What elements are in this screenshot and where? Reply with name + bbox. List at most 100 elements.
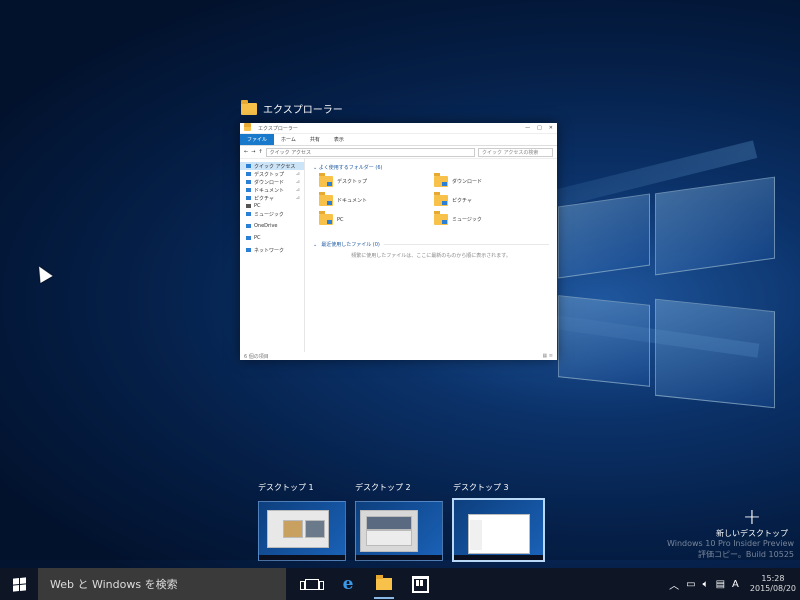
- nav-network: ネットワーク: [240, 246, 304, 254]
- taskbar: Web と Windows を検索 e ︿ ▭ 🔈︎ ▤ A 15:28 201…: [0, 568, 800, 600]
- desktop-3-thumbnail[interactable]: [452, 498, 545, 562]
- folder-item: デスクトップ: [319, 173, 434, 187]
- folder-icon: [434, 192, 448, 206]
- nav-pictures: ピクチャ ⊿: [240, 194, 304, 202]
- tab-share: 共有: [309, 137, 320, 143]
- explorer-window-thumbnail[interactable]: エクスプローラー — □ ✕ ファイル ホーム 共有 表示 ← → ↑ クイック…: [240, 122, 557, 360]
- ime-indicator[interactable]: A: [732, 579, 739, 590]
- nav-documents: ドキュメント ⊿: [240, 186, 304, 194]
- explorer-search-box: クイック アクセスの検索: [478, 147, 553, 157]
- window-title[interactable]: エクスプローラー: [241, 99, 343, 116]
- address-bar: クイック アクセス: [265, 147, 475, 157]
- download-icon: [246, 180, 251, 184]
- tab-home: ホーム: [281, 137, 296, 143]
- star-icon: [246, 164, 251, 168]
- recent-files-header: ⌄ 最近使用したファイル (0): [313, 241, 549, 248]
- minimize-icon: —: [525, 125, 531, 131]
- desktop-2-label: デスクトップ 2: [355, 483, 411, 492]
- pin-icon: ⊿: [295, 179, 300, 185]
- nav-pc-quick: PC: [240, 202, 304, 210]
- chevron-down-icon: ⌄: [313, 241, 318, 248]
- explorer-titlebar: エクスプローラー — □ ✕: [240, 122, 557, 134]
- nav-label: ドキュメント: [254, 187, 285, 194]
- file-explorer-icon: [241, 99, 257, 115]
- desktop-1-label: デスクトップ 1: [258, 483, 314, 492]
- folder-item: ドキュメント: [319, 192, 434, 206]
- tab-file: ファイル: [240, 134, 275, 145]
- new-desktop-button[interactable]: + 新しいデスクトップ: [707, 505, 797, 539]
- desktop-2-thumbnail[interactable]: [355, 501, 443, 561]
- pin-icon: ⊿: [295, 195, 300, 201]
- cloud-icon: [246, 224, 251, 228]
- nav-downloads: ダウンロード ⊿: [240, 178, 304, 186]
- store-button[interactable]: [402, 568, 438, 600]
- nav-label: ミュージック: [254, 211, 284, 218]
- nav-label: ピクチャ: [254, 195, 274, 202]
- desktop-3-label: デスクトップ 3: [453, 483, 509, 492]
- nav-label: ダウンロード: [254, 179, 285, 186]
- explorer-content: ⌄ よく使用するフォルダー (6) デスクトップ ダウンロード ドキュメント ピ…: [305, 158, 557, 352]
- folder-label: ピクチャ: [452, 198, 472, 204]
- start-button[interactable]: [0, 568, 38, 600]
- system-tray: ︿ ▭ 🔈︎ ▤ A 15:28 2015/08/20: [669, 574, 800, 594]
- folder-icon: [319, 192, 333, 206]
- taskbar-search-box[interactable]: Web と Windows を検索: [38, 568, 286, 600]
- pc-icon: [246, 204, 251, 208]
- clock[interactable]: 15:28 2015/08/20: [746, 574, 796, 594]
- clock-date: 2015/08/20: [749, 584, 796, 593]
- chevron-up-icon[interactable]: ︿: [669, 577, 679, 592]
- back-icon: ←: [244, 149, 249, 155]
- folder-item: ミュージック: [434, 211, 549, 225]
- status-bar: 6 個の項目 ▦ ≡: [240, 352, 557, 360]
- frequent-folders-header: ⌄ よく使用するフォルダー (6): [313, 164, 549, 171]
- navigation-pane: クイック アクセス デスクトップ ⊿ ダウンロード ⊿ ドキュメント ⊿ ピクチャ ⊿ …: [240, 158, 305, 352]
- store-icon: [411, 575, 429, 593]
- volume-icon[interactable]: 🔈︎: [703, 579, 709, 590]
- folder-icon: [376, 575, 392, 590]
- nav-label: ネットワーク: [254, 247, 285, 254]
- explorer-body: クイック アクセス デスクトップ ⊿ ダウンロード ⊿ ドキュメント ⊿ ピクチャ ⊿ …: [240, 158, 557, 352]
- nav-label: クイック アクセス: [254, 163, 296, 170]
- explorer-title: エクスプローラー: [258, 125, 298, 132]
- network-icon[interactable]: ▭: [686, 579, 695, 590]
- notification-icon[interactable]: ▤: [716, 579, 725, 590]
- nav-desktop: デスクトップ ⊿: [240, 170, 304, 178]
- folder-icon: [244, 122, 251, 131]
- up-icon: ↑: [258, 149, 263, 155]
- nav-label: PC: [254, 235, 261, 241]
- view-toggle-icon: ▦ ≡: [542, 353, 553, 359]
- close-icon: ✕: [548, 125, 553, 131]
- desktop-icon: [246, 172, 251, 176]
- folder-item: PC: [319, 211, 434, 225]
- section-label: 最近使用したファイル (0): [321, 242, 380, 248]
- status-text: 6 個の項目: [244, 353, 269, 360]
- folder-label: ドキュメント: [337, 198, 368, 204]
- folder-item: ピクチャ: [434, 192, 549, 206]
- task-view-button[interactable]: [294, 568, 330, 600]
- folder-item: ダウンロード: [434, 173, 549, 187]
- watermark-line: 評価コピー。Build 10525: [698, 550, 794, 559]
- tab-view: 表示: [333, 137, 344, 143]
- computer-icon: [246, 236, 251, 240]
- ribbon-tabs: ファイル ホーム 共有 表示: [240, 134, 557, 146]
- desktop-1-thumbnail[interactable]: [258, 501, 346, 561]
- watermark-line: Windows 10 Pro Insider Preview: [666, 539, 794, 548]
- folder-icon: [319, 211, 333, 225]
- folder-icon: [434, 211, 448, 225]
- nav-label: デスクトップ: [254, 171, 285, 178]
- forward-icon: →: [251, 149, 256, 155]
- file-explorer-button[interactable]: [366, 568, 402, 600]
- edge-button[interactable]: e: [330, 568, 366, 600]
- plus-icon: +: [742, 505, 762, 530]
- frequent-folders-grid: デスクトップ ダウンロード ドキュメント ピクチャ PC ミュージック: [313, 173, 549, 225]
- build-watermark: Windows 10 Pro Insider Preview 評価コピー。Bui…: [667, 538, 794, 560]
- window-title-text: エクスプローラー: [263, 105, 343, 116]
- folder-label: PC: [337, 216, 344, 223]
- folder-label: ダウンロード: [452, 179, 483, 185]
- task-view-icon: [300, 578, 324, 590]
- windows-logo-icon: [12, 576, 26, 592]
- nav-pc: PC: [240, 234, 304, 242]
- pin-icon: ⊿: [295, 171, 300, 177]
- picture-icon: [246, 196, 251, 200]
- folder-icon: [434, 173, 448, 187]
